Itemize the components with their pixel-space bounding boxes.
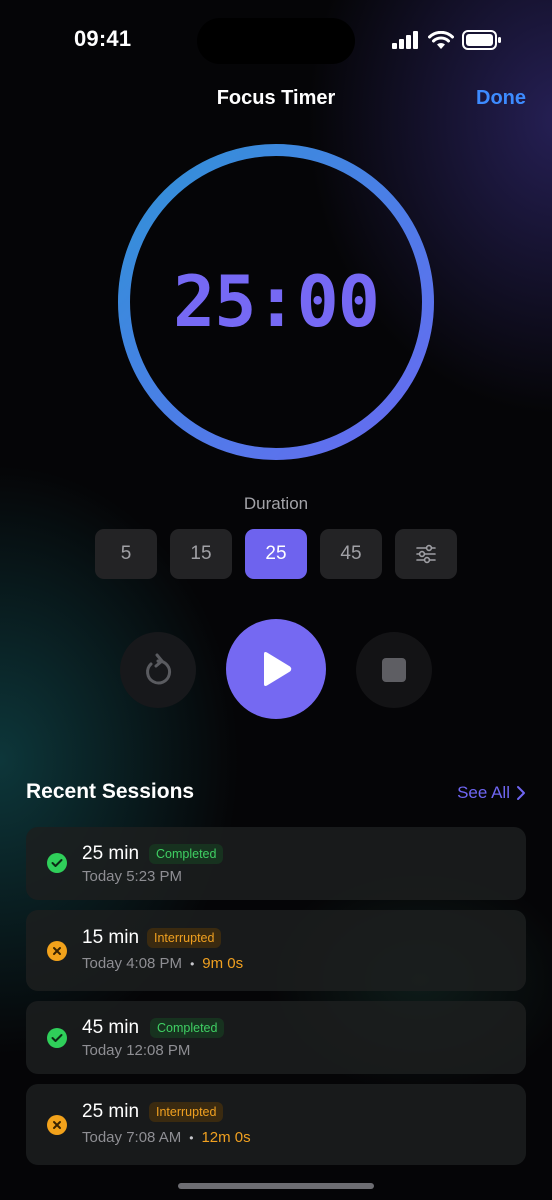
session-row[interactable]: 15 min Interrupted Today 4:08 PM • 9m 0s [26,910,526,991]
status-badge: Completed [149,844,224,864]
session-meta: Today 5:23 PM [82,868,182,885]
preset-5-button[interactable]: 5 [95,529,157,579]
status-badge: Completed [150,1018,225,1038]
preset-25-button[interactable]: 25 [245,529,307,579]
session-meta: Today 7:08 AM • 12m 0s [82,1129,251,1146]
reset-button[interactable] [120,632,196,708]
session-duration: 25 min [82,1101,140,1122]
session-row[interactable]: 25 min Completed Today 5:23 PM [26,827,526,900]
see-all-link[interactable]: See All [457,783,526,803]
session-meta: Today 12:08 PM [82,1042,190,1059]
separator-dot: • [189,1130,194,1145]
play-button[interactable] [226,619,326,719]
sliders-icon [416,544,436,564]
duration-label: Duration [243,494,309,513]
session-meta: Today 4:08 PM • 9m 0s [82,955,243,972]
reset-icon [146,653,172,685]
separator-dot: • [190,956,195,971]
recent-sessions-title: Recent Sessions [26,780,195,803]
session-time: Today 4:08 PM [82,955,183,972]
session-row[interactable]: 45 min Completed Today 12:08 PM [26,1001,526,1074]
completed-check-icon [47,1028,67,1048]
dynamic-island [197,18,355,64]
session-duration: 15 min [82,927,140,948]
preset-15-button[interactable]: 15 [170,529,232,579]
preset-45-button[interactable]: 45 [320,529,382,579]
session-duration: 45 min [82,1017,140,1038]
cellular-signal-icon [392,31,418,49]
chevron-right-icon [517,786,525,800]
completed-check-icon [47,853,67,873]
status-time: 09:41 [74,26,132,51]
interrupted-x-icon [47,1115,67,1135]
duration-presets: 5 15 25 45 [95,529,457,579]
interrupted-x-icon [47,941,67,961]
session-elapsed: 12m 0s [201,1129,251,1146]
status-icons [392,30,502,50]
timer-display: 25:00 [173,261,380,343]
stop-button[interactable] [356,632,432,708]
status-badge: Interrupted [147,928,222,948]
home-indicator [178,1183,374,1189]
session-duration: 25 min [82,843,140,864]
battery-icon [462,30,501,50]
session-time: Today 12:08 PM [82,1042,191,1059]
page-title: Focus Timer [216,87,336,109]
play-icon [264,652,292,686]
see-all-label: See All [457,783,510,802]
status-badge: Interrupted [149,1102,224,1122]
stop-icon [382,658,406,682]
session-time: Today 5:23 PM [82,868,183,885]
wifi-icon [428,30,454,49]
session-row[interactable]: 25 min Interrupted Today 7:08 AM • 12m 0… [26,1084,526,1165]
session-elapsed: 9m 0s [202,955,244,972]
custom-duration-button[interactable] [395,529,457,579]
done-button[interactable]: Done [476,87,526,110]
session-time: Today 7:08 AM [82,1129,182,1146]
